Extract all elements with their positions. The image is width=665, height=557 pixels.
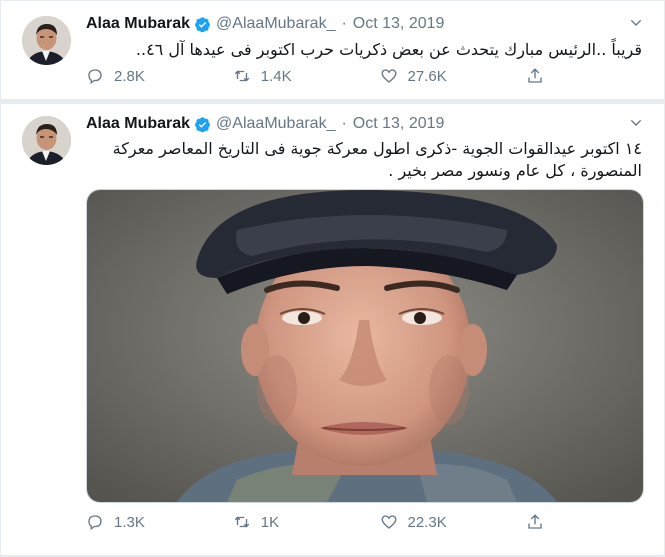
tweet-date[interactable]: Oct 13, 2019 [353, 15, 445, 33]
like-count: 22.3K [407, 513, 447, 531]
avatar[interactable] [22, 116, 71, 165]
tweet-header: Alaa Mubarak @AlaaMubarak_ · Oct 13, 201… [86, 113, 444, 135]
heart-icon [381, 515, 396, 529]
reply-count: 1.3K [114, 513, 145, 531]
avatar[interactable] [22, 16, 71, 65]
author-name[interactable]: Alaa Mubarak [86, 115, 190, 133]
tweet[interactable]: Alaa Mubarak @AlaaMubarak_ · Oct 13, 201… [1, 1, 664, 100]
reply-count: 2.8K [114, 67, 145, 85]
avatar-portrait [22, 16, 71, 65]
header-separator: · [341, 15, 347, 32]
chevron-down-icon[interactable] [628, 15, 644, 31]
retweet-count: 1K [260, 513, 280, 531]
like-count: 27.6K [407, 67, 447, 85]
tweet[interactable]: Alaa Mubarak @AlaaMubarak_ · Oct 13, 201… [1, 104, 664, 555]
chevron-down-icon[interactable] [628, 115, 644, 131]
timeline: Alaa Mubarak @AlaaMubarak_ · Oct 13, 201… [1, 1, 664, 555]
avatar-portrait [22, 116, 71, 165]
reply-button[interactable]: 2.8K [86, 67, 233, 85]
verified-badge-icon [195, 16, 210, 32]
retweet-count: 1.4K [260, 67, 292, 85]
tweet-header: Alaa Mubarak @AlaaMubarak_ · Oct 13, 201… [86, 13, 444, 35]
tweet-photo[interactable] [86, 189, 644, 503]
share-icon [528, 514, 542, 529]
author-handle[interactable]: @AlaaMubarak_ [216, 15, 335, 33]
reply-icon [88, 515, 102, 531]
author-name[interactable]: Alaa Mubarak [86, 15, 190, 33]
portrait-photo [87, 190, 643, 502]
reply-button[interactable]: 1.3K [86, 513, 233, 531]
retweet-icon [234, 70, 249, 82]
tweet-actions: 2.8K 1.4K 27.6K [86, 67, 556, 85]
header-separator: · [341, 115, 347, 132]
retweet-button[interactable]: 1.4K [233, 67, 380, 85]
reply-icon [88, 69, 102, 85]
verified-badge-icon [195, 116, 210, 132]
author-handle[interactable]: @AlaaMubarak_ [216, 115, 335, 133]
retweet-icon [234, 516, 249, 528]
like-button[interactable]: 27.6K [380, 67, 527, 85]
tweet-text: قريباً ..الرئيس مبارك يتحدث عن بعض ذكريا… [135, 40, 642, 59]
tweet-actions: 1.3K 1K 22.3K [86, 513, 556, 531]
like-button[interactable]: 22.3K [380, 513, 527, 531]
retweet-button[interactable]: 1K [233, 513, 380, 531]
heart-icon [381, 69, 396, 83]
tweet-text: ١٤ اكتوبر عيدالقوات الجوية -ذكرى اطول مع… [112, 139, 642, 180]
tweet-date[interactable]: Oct 13, 2019 [353, 115, 445, 133]
share-button[interactable] [526, 67, 556, 85]
share-icon [528, 68, 542, 83]
share-button[interactable] [526, 513, 556, 531]
